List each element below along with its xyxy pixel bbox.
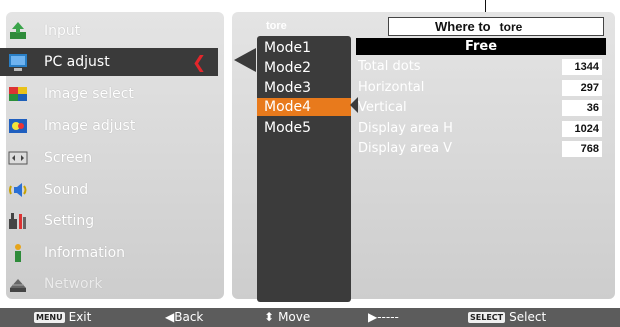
callout-inner-label: tore — [496, 19, 526, 34]
param-row-display-area-h[interactable]: Display area H 1024 — [358, 120, 606, 138]
menu-item-image-adjust[interactable]: Image adjust — [0, 112, 218, 140]
setting-icon — [9, 213, 26, 229]
mode-option-4[interactable]: Mode4 — [257, 98, 351, 116]
menu-label-information: Information — [44, 245, 126, 261]
image-select-icon — [9, 87, 27, 101]
menu-label-image-select: Image select — [44, 86, 134, 102]
param-row-horizontal[interactable]: Horizontal 297 — [358, 79, 606, 97]
selected-chevron-icon: ❮ — [192, 53, 207, 73]
help-back: ◀Back — [165, 308, 203, 327]
submenu-header: tore — [266, 20, 287, 32]
menu-label-setting: Setting — [44, 213, 95, 229]
help-dash: ▶----- — [368, 308, 399, 327]
pc-adjust-icon — [9, 54, 27, 71]
param-label: Horizontal — [358, 80, 425, 95]
param-label: Display area V — [358, 141, 453, 156]
menu-item-image-select[interactable]: Image select — [0, 80, 218, 108]
menu-label-network: Network — [44, 276, 103, 292]
menu-item-network[interactable]: Network — [0, 270, 218, 298]
mode-option-3[interactable]: Mode3 — [264, 79, 344, 97]
help-move: ⬍ Move — [264, 308, 310, 327]
menu-label-sound: Sound — [44, 182, 89, 198]
help-select-label: Select — [509, 310, 547, 324]
mode-option-5[interactable]: Mode5 — [264, 119, 344, 137]
image-adjust-icon — [9, 119, 27, 133]
menu-label-image-adjust: Image adjust — [44, 118, 136, 134]
network-icon — [10, 279, 26, 292]
param-row-total-dots[interactable]: Total dots 1344 — [358, 58, 606, 76]
param-value: 1024 — [562, 121, 602, 137]
param-row-display-area-v[interactable]: Display area V 768 — [358, 140, 606, 158]
menu-item-setting[interactable]: Setting — [0, 207, 218, 235]
param-row-vertical[interactable]: Vertical 36 — [358, 99, 606, 117]
menu-label-input: Input — [44, 23, 81, 39]
menu-item-pc-adjust[interactable]: PC adjust ❮ — [0, 48, 218, 76]
menu-key-icon: MENU — [34, 312, 65, 323]
information-icon — [15, 244, 21, 262]
help-dash-label: ▶----- — [368, 310, 399, 324]
menu-item-input[interactable]: Input — [0, 17, 218, 45]
param-label: Vertical — [358, 100, 407, 115]
help-exit-label: Exit — [68, 310, 92, 324]
help-back-label: ◀Back — [165, 310, 204, 324]
param-value: 297 — [562, 80, 602, 96]
help-exit: MENU Exit — [34, 308, 91, 327]
up-down-arrow-icon: ⬍ — [264, 310, 275, 324]
param-label: Display area H — [358, 121, 453, 136]
free-mode-bar[interactable]: Free — [356, 38, 606, 55]
param-label: Total dots — [358, 59, 421, 74]
active-mode-pointer-icon — [350, 97, 358, 113]
mode-notch — [234, 48, 256, 72]
menu-label-screen: Screen — [44, 150, 93, 166]
bottom-help-bar: MENU Exit ◀Back ⬍ Move ▶----- SELECT Sel… — [0, 308, 620, 327]
param-value: 36 — [562, 100, 602, 116]
mode-option-1[interactable]: Mode1 — [264, 39, 344, 57]
mode-option-2[interactable]: Mode2 — [264, 59, 344, 77]
help-select: SELECT Select — [468, 308, 546, 327]
screen-icon — [8, 151, 28, 165]
callout-text: Where to — [435, 19, 491, 34]
input-icon — [10, 22, 26, 39]
param-value: 768 — [562, 141, 602, 157]
sound-icon — [9, 183, 27, 197]
menu-item-sound[interactable]: Sound — [0, 176, 218, 204]
menu-item-information[interactable]: Information — [0, 239, 218, 267]
callout-box: Where to tore — [388, 17, 604, 36]
select-key-icon: SELECT — [468, 312, 506, 323]
param-value: 1344 — [562, 59, 602, 75]
menu-item-screen[interactable]: Screen — [0, 144, 218, 172]
help-move-label: Move — [278, 310, 311, 324]
menu-label-pc-adjust: PC adjust — [44, 54, 110, 70]
